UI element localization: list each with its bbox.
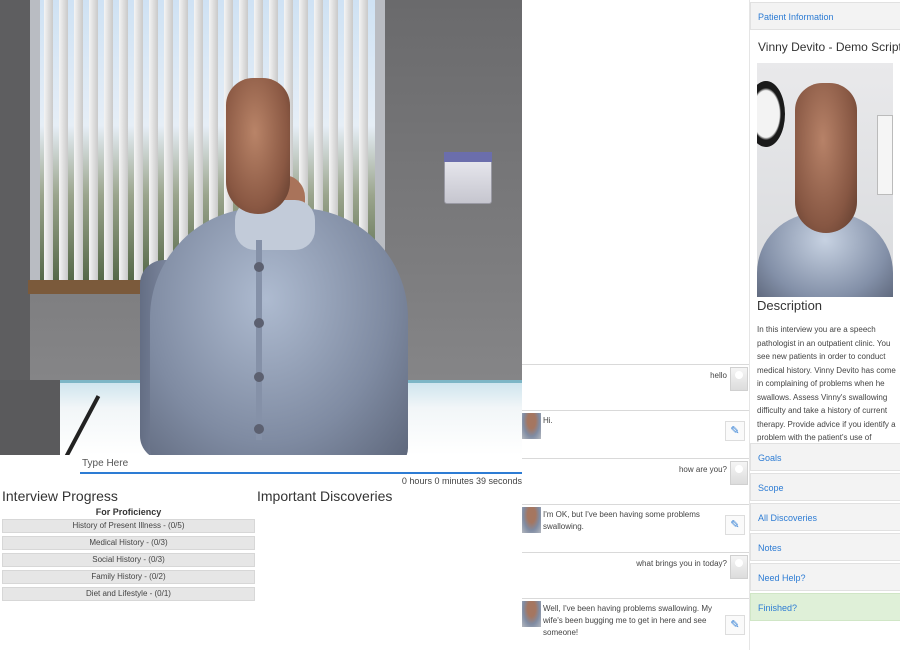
menu-scope[interactable]: Scope — [750, 473, 900, 501]
proficiency-label: For Proficiency — [95, 507, 162, 517]
patient-portrait — [757, 63, 893, 297]
blind-slat — [89, 0, 98, 282]
description-text: In this interview you are a speech patho… — [757, 325, 896, 456]
progress-row-family-history: Family History - (0/2) — [2, 570, 255, 584]
patient-head — [226, 78, 290, 214]
shirt-button — [254, 424, 264, 434]
chat-message-text: what brings you in today? — [636, 559, 727, 568]
blind-slat — [134, 0, 143, 282]
blind-slat — [74, 0, 83, 282]
pencil-icon[interactable]: ✎ — [725, 515, 745, 535]
interview-progress-title: Interview Progress — [2, 488, 118, 504]
portrait-head — [795, 83, 857, 233]
patient-panel: Patient Information Vinny Devito - Demo … — [749, 0, 900, 650]
chat-input[interactable] — [80, 455, 522, 474]
blind-slat — [119, 0, 128, 282]
chat-message-text: I'm OK, but I've been having some proble… — [543, 510, 700, 531]
menu-all-discoveries[interactable]: All Discoveries — [750, 503, 900, 531]
menu-goals[interactable]: Goals — [750, 443, 900, 471]
shirt-button — [254, 262, 264, 272]
chat-message-text: how are you? — [678, 465, 727, 474]
shirt-button — [254, 318, 264, 328]
interview-timer: 0 hours 0 minutes 39 seconds — [401, 476, 522, 486]
exam-room-corner — [0, 0, 30, 380]
pencil-icon[interactable]: ✎ — [725, 615, 745, 635]
chat-message-patient: I'm OK, but I've been having some proble… — [522, 504, 749, 552]
chat-message-text: Well, I've been having problems swallowi… — [543, 604, 713, 637]
tab-patient-information[interactable]: Patient Information — [750, 2, 900, 30]
progress-row-social-history: Social History - (0/3) — [2, 553, 255, 567]
blind-slat — [59, 0, 68, 282]
wall-frame — [877, 115, 893, 195]
user-avatar-icon — [730, 555, 748, 579]
chat-message-text: Hi. — [543, 416, 553, 425]
chat-message-patient: Well, I've been having problems swallowi… — [522, 598, 749, 646]
blind-slat — [44, 0, 53, 282]
blind-slat — [149, 0, 158, 282]
description-title: Description — [757, 298, 823, 313]
chat-transcript: hello Hi. ✎ how are you? I'm OK, but I'v… — [522, 364, 749, 650]
chat-message-user: hello — [522, 364, 749, 410]
blind-slat — [104, 0, 113, 282]
virtual-patient-scene — [0, 0, 522, 455]
chat-message-user: what brings you in today? — [522, 552, 749, 598]
user-avatar-icon — [730, 367, 748, 391]
chat-message-user: how are you? — [522, 458, 749, 504]
important-discoveries-title: Important Discoveries — [257, 488, 393, 504]
progress-row-medical-history: Medical History - (0/3) — [2, 536, 255, 550]
progress-row-diet-lifestyle: Diet and Lifestyle - (0/1) — [2, 587, 255, 601]
chat-message-patient: Hi. ✎ — [522, 410, 749, 458]
user-avatar-icon — [730, 461, 748, 485]
menu-finished[interactable]: Finished? — [750, 593, 900, 621]
glove-dispenser-band — [444, 152, 492, 162]
progress-row-history-present-illness: History of Present Illness - (0/5) — [2, 519, 255, 533]
shirt-button — [254, 372, 264, 382]
chat-message-text: hello — [710, 371, 727, 380]
patient-avatar — [522, 413, 541, 439]
patient-avatar — [522, 507, 541, 533]
menu-notes[interactable]: Notes — [750, 533, 900, 561]
patient-avatar — [522, 601, 541, 627]
blind-slat — [164, 0, 173, 282]
patient-name: Vinny Devito - Demo Script — [758, 40, 900, 54]
menu-need-help[interactable]: Need Help? — [750, 563, 900, 591]
pencil-icon[interactable]: ✎ — [725, 421, 745, 441]
